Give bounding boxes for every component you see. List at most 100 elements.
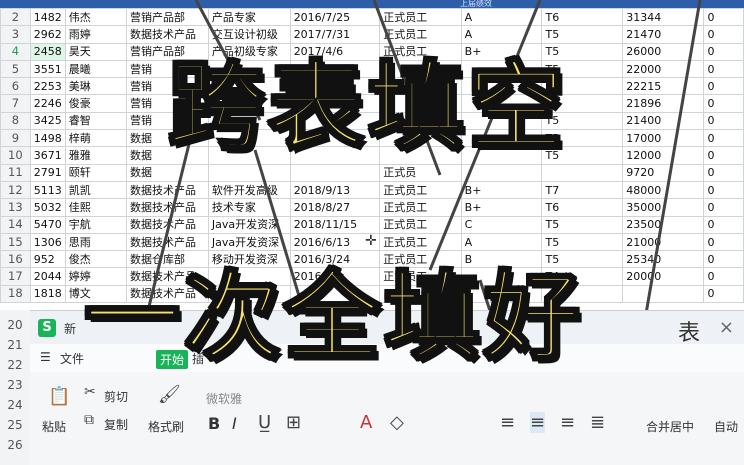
table-cell[interactable]: 0 <box>703 94 744 113</box>
align-center-icon[interactable]: ≡ <box>530 412 546 433</box>
table-cell[interactable]: 2016/7/25 <box>289 7 381 27</box>
table-cell[interactable]: 数据技术产品 <box>126 25 209 44</box>
row-number[interactable]: 13 <box>0 198 31 217</box>
table-cell[interactable]: 0 <box>703 163 744 182</box>
copy-button[interactable]: 复制 <box>104 416 128 433</box>
row-number[interactable]: 6 <box>0 77 31 96</box>
table-cell[interactable]: 25340 <box>622 250 705 269</box>
table-cell[interactable]: 俊豪 <box>64 94 128 113</box>
row-number[interactable]: 3 <box>0 25 31 44</box>
table-cell[interactable] <box>460 163 543 182</box>
table-cell[interactable]: 雨婷 <box>64 25 128 44</box>
table-cell[interactable]: 2017/7/31 <box>289 25 381 44</box>
table-cell[interactable]: T5 <box>541 25 624 44</box>
table-cell[interactable]: 12000 <box>622 146 705 165</box>
bold-button[interactable]: B <box>208 414 220 433</box>
table-cell[interactable]: 2018/9/13 <box>289 180 381 200</box>
table-cell[interactable]: 35000 <box>622 198 705 217</box>
table-cell[interactable]: 0 <box>703 232 744 252</box>
table-cell[interactable]: 0 <box>703 59 744 79</box>
table-cell[interactable]: 17000 <box>622 129 705 148</box>
row-number[interactable]: 10 <box>0 146 31 165</box>
table-cell[interactable]: 0 <box>703 111 744 131</box>
table-cell[interactable]: 产品专家 <box>207 7 291 27</box>
table-cell[interactable]: B+ <box>460 180 543 200</box>
table-cell[interactable] <box>289 163 381 182</box>
underline-icon[interactable]: U̲ <box>258 412 271 433</box>
scissors-icon[interactable]: ✂ <box>84 384 96 400</box>
table-cell[interactable]: C <box>460 215 543 234</box>
row-number[interactable]: 8 <box>0 111 31 131</box>
font-selector[interactable]: 微软雅 <box>206 390 242 407</box>
table-cell[interactable]: 0 <box>703 215 744 234</box>
table-cell[interactable]: 雅雅 <box>64 146 128 165</box>
table-cell[interactable]: T5 <box>541 232 624 252</box>
table-cell[interactable]: T5 <box>541 215 624 234</box>
table-cell[interactable]: 正式员工 <box>379 232 462 252</box>
table-cell[interactable]: 2018/8/27 <box>289 198 381 217</box>
table-cell[interactable]: 0 <box>703 129 744 148</box>
row-number[interactable]: 9 <box>0 129 31 148</box>
table-cell[interactable]: 数据 <box>126 163 209 182</box>
table-cell[interactable]: 31344 <box>622 7 705 27</box>
table-cell[interactable]: 数据技术产品 <box>126 232 209 252</box>
table-cell[interactable]: Java开发资深 <box>207 232 291 252</box>
row-number[interactable]: 16 <box>0 250 31 269</box>
row-number[interactable]: 5 <box>0 59 31 79</box>
align-left-icon[interactable]: ≡ <box>500 412 515 433</box>
table-cell[interactable]: 2458 <box>29 42 66 61</box>
table-cell[interactable]: Java开发资深 <box>207 215 291 234</box>
table-cell[interactable]: 梓萌 <box>64 129 128 148</box>
table-cell[interactable]: 正式员工 <box>379 7 462 27</box>
table-cell[interactable]: T6 <box>541 198 624 217</box>
table-cell[interactable]: 21896 <box>622 94 705 113</box>
table-cell[interactable]: 正式员工 <box>379 198 462 217</box>
table-cell[interactable]: 21000 <box>622 232 705 252</box>
table-cell[interactable]: 1498 <box>29 129 66 148</box>
table-cell[interactable]: 正式员工 <box>379 180 462 200</box>
copy-icon[interactable]: ⧉ <box>84 412 94 428</box>
table-cell[interactable]: 20000 <box>622 267 705 286</box>
table-cell[interactable]: T7 <box>541 180 624 200</box>
table-cell[interactable]: 正式员工 <box>379 25 462 44</box>
table-cell[interactable]: 0 <box>703 146 744 165</box>
table-cell[interactable]: A <box>460 7 543 27</box>
brush-icon[interactable]: 🖌 <box>158 384 181 405</box>
table-cell[interactable]: 0 <box>703 198 744 217</box>
format-painter-button[interactable]: 格式刷 <box>148 418 184 435</box>
table-cell[interactable]: 1306 <box>29 232 66 252</box>
table-cell[interactable]: 3551 <box>29 59 66 79</box>
table-cell[interactable]: 睿智 <box>64 111 128 131</box>
table-cell[interactable]: 0 <box>703 7 744 27</box>
font-color-icon[interactable]: A <box>360 412 372 433</box>
table-cell[interactable]: 正式员工 <box>379 215 462 234</box>
menu-file[interactable]: 文件 <box>60 350 84 367</box>
table-cell[interactable]: 21400 <box>622 111 705 131</box>
table-cell[interactable]: 2044 <box>29 267 66 286</box>
table-cell[interactable]: 1482 <box>29 7 66 27</box>
menu-icon[interactable]: ☰ <box>40 350 51 364</box>
table-cell[interactable]: 0 <box>703 25 744 44</box>
table-cell[interactable]: 0 <box>703 42 744 61</box>
table-cell[interactable]: 22000 <box>622 59 705 79</box>
table-cell[interactable]: 21470 <box>622 25 705 44</box>
table-cell[interactable] <box>207 163 291 182</box>
border-icon[interactable]: ⊞ <box>286 412 301 433</box>
table-cell[interactable]: 5470 <box>29 215 66 234</box>
table-cell[interactable]: 正式员 <box>379 163 462 182</box>
table-cell[interactable]: 22215 <box>622 77 705 96</box>
table-cell[interactable]: 2791 <box>29 163 66 182</box>
table-cell[interactable]: 3671 <box>29 146 66 165</box>
table-cell[interactable]: 晨曦 <box>64 59 128 79</box>
table-cell[interactable]: 伟杰 <box>64 7 128 27</box>
row-number[interactable]: 4 <box>0 42 31 61</box>
eraser-icon[interactable]: ◇ <box>390 412 404 433</box>
auto-wrap-button[interactable]: 自动 <box>714 418 738 435</box>
table-cell[interactable]: 9720 <box>622 163 705 182</box>
row-number[interactable]: 14 <box>0 215 31 234</box>
row-number[interactable]: 2 <box>0 7 31 27</box>
table-cell[interactable]: 昊天 <box>64 42 128 61</box>
table-cell[interactable]: T6 <box>541 7 624 27</box>
table-cell[interactable]: 数据技术产品 <box>126 198 209 217</box>
table-cell[interactable]: A <box>460 25 543 44</box>
